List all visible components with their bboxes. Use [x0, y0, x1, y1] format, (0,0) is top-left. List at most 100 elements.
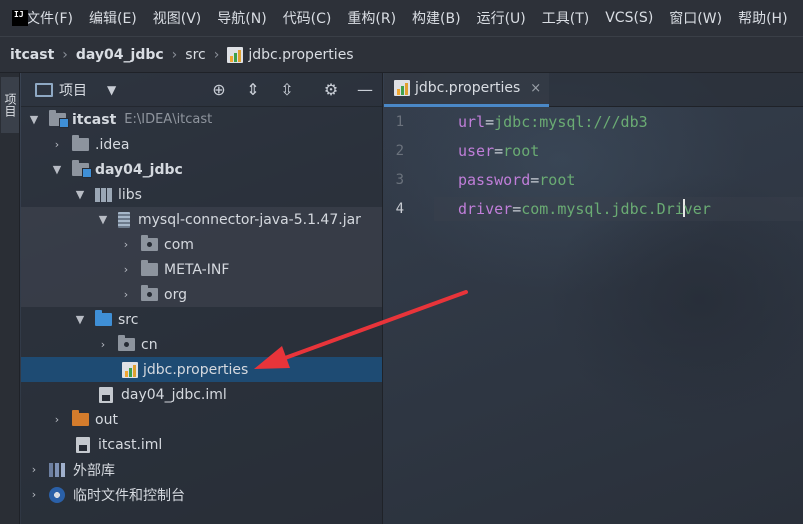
tree-node-idea[interactable]: › .idea	[21, 132, 382, 157]
project-view-icon	[35, 82, 53, 97]
tree-node-external-libraries[interactable]: › 外部库	[21, 457, 382, 482]
line-number-gutter: 1 2 3 4	[384, 108, 434, 524]
close-icon[interactable]: ×	[530, 81, 541, 96]
code-line[interactable]: password=root	[458, 171, 575, 189]
menu-code[interactable]: 代码(C)	[283, 8, 332, 28]
menu-bar: IJ 文件(F) 编辑(E) 视图(V) 导航(N) 代码(C) 重构(R) 构…	[0, 0, 803, 36]
iml-file-icon	[99, 386, 113, 403]
tree-node-jdbc-properties[interactable]: jdbc.properties	[21, 357, 382, 382]
code-line[interactable]: user=root	[458, 142, 539, 160]
tree-node-label: 临时文件和控制台	[73, 487, 185, 504]
tree-node-label: day04_jdbc	[95, 161, 183, 178]
menu-vcs[interactable]: VCS(S)	[605, 10, 653, 26]
tree-node-day04-jdbc-iml[interactable]: day04_jdbc.iml	[21, 382, 382, 407]
chevron-down-icon[interactable]: ▼	[73, 313, 87, 326]
collapse-all-icon[interactable]: ⇳	[277, 80, 297, 100]
chevron-down-icon[interactable]: ▼	[96, 213, 110, 226]
minimize-icon[interactable]: —	[355, 80, 375, 100]
property-value: root	[539, 171, 576, 189]
chevron-right-icon[interactable]: ›	[119, 288, 133, 301]
chevron-down-icon[interactable]: ▼	[107, 83, 116, 97]
folder-icon	[72, 135, 89, 151]
property-key: password	[458, 171, 531, 189]
editor-tab-jdbc-properties[interactable]: jdbc.properties ×	[384, 72, 550, 107]
chevron-right-icon[interactable]: ›	[119, 263, 133, 276]
tree-node-scratches[interactable]: › 临时文件和控制台	[21, 482, 382, 507]
menu-run[interactable]: 运行(U)	[477, 8, 526, 28]
properties-file-icon	[227, 46, 244, 63]
chevron-down-icon[interactable]: ▼	[73, 188, 87, 201]
chevron-down-icon[interactable]: ▼	[27, 113, 41, 126]
tree-node-mysql-connector-jar[interactable]: ▼ mysql-connector-java-5.1.47.jar	[21, 207, 382, 232]
chevron-down-icon[interactable]: ▼	[50, 163, 64, 176]
libraries-icon	[95, 187, 112, 202]
chevron-right-icon[interactable]: ›	[50, 413, 64, 426]
chevron-right-icon: ›	[171, 46, 178, 63]
chevron-right-icon[interactable]: ›	[27, 463, 41, 476]
menu-file[interactable]: 文件(F)	[26, 8, 73, 28]
expand-all-icon[interactable]: ⇕	[243, 80, 263, 100]
chevron-right-icon: ›	[62, 46, 68, 63]
tree-node-label: META-INF	[164, 261, 230, 278]
chevron-right-icon[interactable]: ›	[96, 338, 110, 351]
tree-node-org[interactable]: › org	[21, 282, 382, 307]
tree-node-label: day04_jdbc.iml	[121, 386, 227, 403]
chevron-right-icon[interactable]: ›	[27, 488, 41, 501]
tree-node-cn[interactable]: › cn	[21, 332, 382, 357]
package-icon	[141, 235, 158, 251]
menu-build[interactable]: 构建(B)	[412, 8, 461, 28]
tree-node-itcast-iml[interactable]: itcast.iml	[21, 432, 382, 457]
tree-node-label: jdbc.properties	[143, 361, 249, 378]
menu-navigate[interactable]: 导航(N)	[217, 8, 266, 28]
gear-icon[interactable]: ⚙	[321, 80, 341, 100]
breadcrumb-item-module[interactable]: day04_jdbc	[76, 47, 164, 63]
property-key: url	[458, 113, 486, 131]
chevron-right-icon[interactable]: ›	[119, 238, 133, 251]
editor-tab-bar: jdbc.properties ×	[384, 72, 803, 107]
property-key: user	[458, 142, 495, 160]
tree-node-src[interactable]: ▼ src	[21, 307, 382, 332]
tree-node-label: itcast.iml	[98, 436, 163, 453]
breadcrumb-item-project[interactable]: itcast	[10, 47, 54, 63]
tree-node-day04-jdbc[interactable]: ▼ day04_jdbc	[21, 157, 382, 182]
tree-node-out[interactable]: › out	[21, 407, 382, 432]
line-number: 3	[395, 172, 404, 188]
menu-edit[interactable]: 编辑(E)	[89, 8, 137, 28]
tree-node-meta-inf[interactable]: › META-INF	[21, 257, 382, 282]
tree-node-itcast[interactable]: ▼ itcast E:\IDEA\itcast	[21, 107, 382, 132]
tree-node-label: mysql-connector-java-5.1.47.jar	[138, 211, 361, 228]
external-libraries-icon	[49, 462, 65, 477]
panel-title[interactable]: 项目	[59, 80, 87, 100]
tree-node-label: cn	[141, 336, 158, 353]
menu-refactor[interactable]: 重构(R)	[347, 8, 396, 28]
folder-icon	[141, 260, 158, 276]
menu-help[interactable]: 帮助(H)	[738, 8, 787, 28]
editor-area: jdbc.properties × 1 2 3 4 url=jdbc:mysql…	[384, 72, 803, 524]
chevron-right-icon[interactable]: ›	[50, 138, 64, 151]
breadcrumb-item-src[interactable]: src	[185, 47, 205, 63]
menu-window[interactable]: 窗口(W)	[669, 8, 722, 28]
tree-node-label: itcast	[72, 111, 117, 128]
crosshair-icon[interactable]: ⊕	[209, 80, 229, 100]
module-folder-icon	[49, 110, 69, 128]
project-tree: ▼ itcast E:\IDEA\itcast › .idea ▼ day04_…	[21, 107, 382, 507]
tree-node-label: src	[118, 311, 139, 328]
project-panel-header: 项目 ▼ ⊕ ⇕ ⇳ ⚙ —	[21, 73, 382, 107]
property-value: ver	[683, 200, 711, 218]
tree-node-label: .idea	[95, 136, 130, 153]
project-tool-window-tab[interactable]: 项目	[1, 77, 19, 133]
code-line[interactable]: url=jdbc:mysql:///db3	[458, 113, 648, 131]
source-folder-icon	[95, 310, 112, 326]
tree-node-com[interactable]: › com	[21, 232, 382, 257]
code-line-current[interactable]: driver=com.mysql.jdbc.Driver	[434, 197, 803, 221]
property-value: root	[503, 142, 540, 160]
property-value: jdbc:mysql:///db3	[494, 113, 648, 131]
menu-view[interactable]: 视图(V)	[153, 8, 202, 28]
properties-file-icon	[122, 361, 138, 378]
property-key: driver	[458, 200, 513, 218]
menu-tools[interactable]: 工具(T)	[542, 8, 589, 28]
breadcrumb-item-file[interactable]: jdbc.properties	[248, 47, 353, 63]
tree-node-libs[interactable]: ▼ libs	[21, 182, 382, 207]
project-panel: 项目 ▼ ⊕ ⇕ ⇳ ⚙ — ▼ itcast E:\IDEA\itcast ›…	[21, 73, 383, 524]
tree-node-path: E:\IDEA\itcast	[124, 112, 213, 127]
